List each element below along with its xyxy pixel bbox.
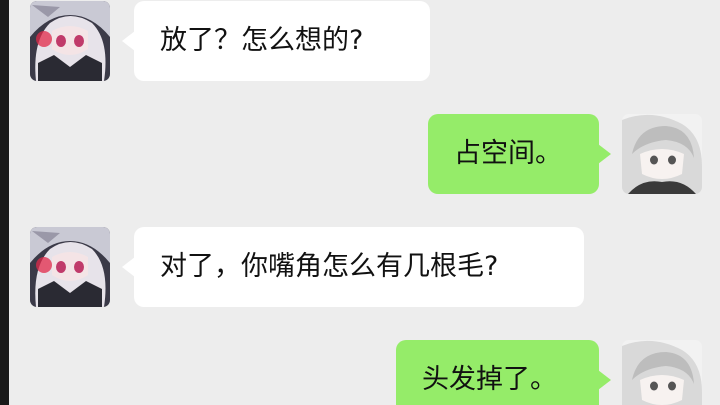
message-bubble[interactable]: 对了，你嘴角怎么有几根毛? (122, 227, 584, 307)
message-text: 占空间。 (454, 138, 562, 169)
anime-girl-avatar-icon[interactable] (30, 1, 110, 81)
message-text: 对了，你嘴角怎么有几根毛? (160, 251, 499, 282)
message-bubble[interactable]: 占空间。 (428, 114, 611, 194)
white-hair-girl-avatar-icon[interactable] (622, 340, 702, 405)
message-text: 头发掉了。 (422, 364, 557, 395)
message-bubble[interactable]: 头发掉了。 (396, 340, 611, 405)
message-text: 放了？怎么想的? (160, 25, 364, 56)
left-edge-bar (0, 0, 9, 405)
chat-window: 放了？怎么想的? 占空间。 对了，你嘴角怎么有几根毛? 头发掉了。 (0, 0, 720, 405)
anime-girl-avatar-icon[interactable] (30, 227, 110, 307)
white-hair-girl-avatar-icon[interactable] (622, 114, 702, 194)
message-bubble[interactable]: 放了？怎么想的? (122, 1, 430, 81)
